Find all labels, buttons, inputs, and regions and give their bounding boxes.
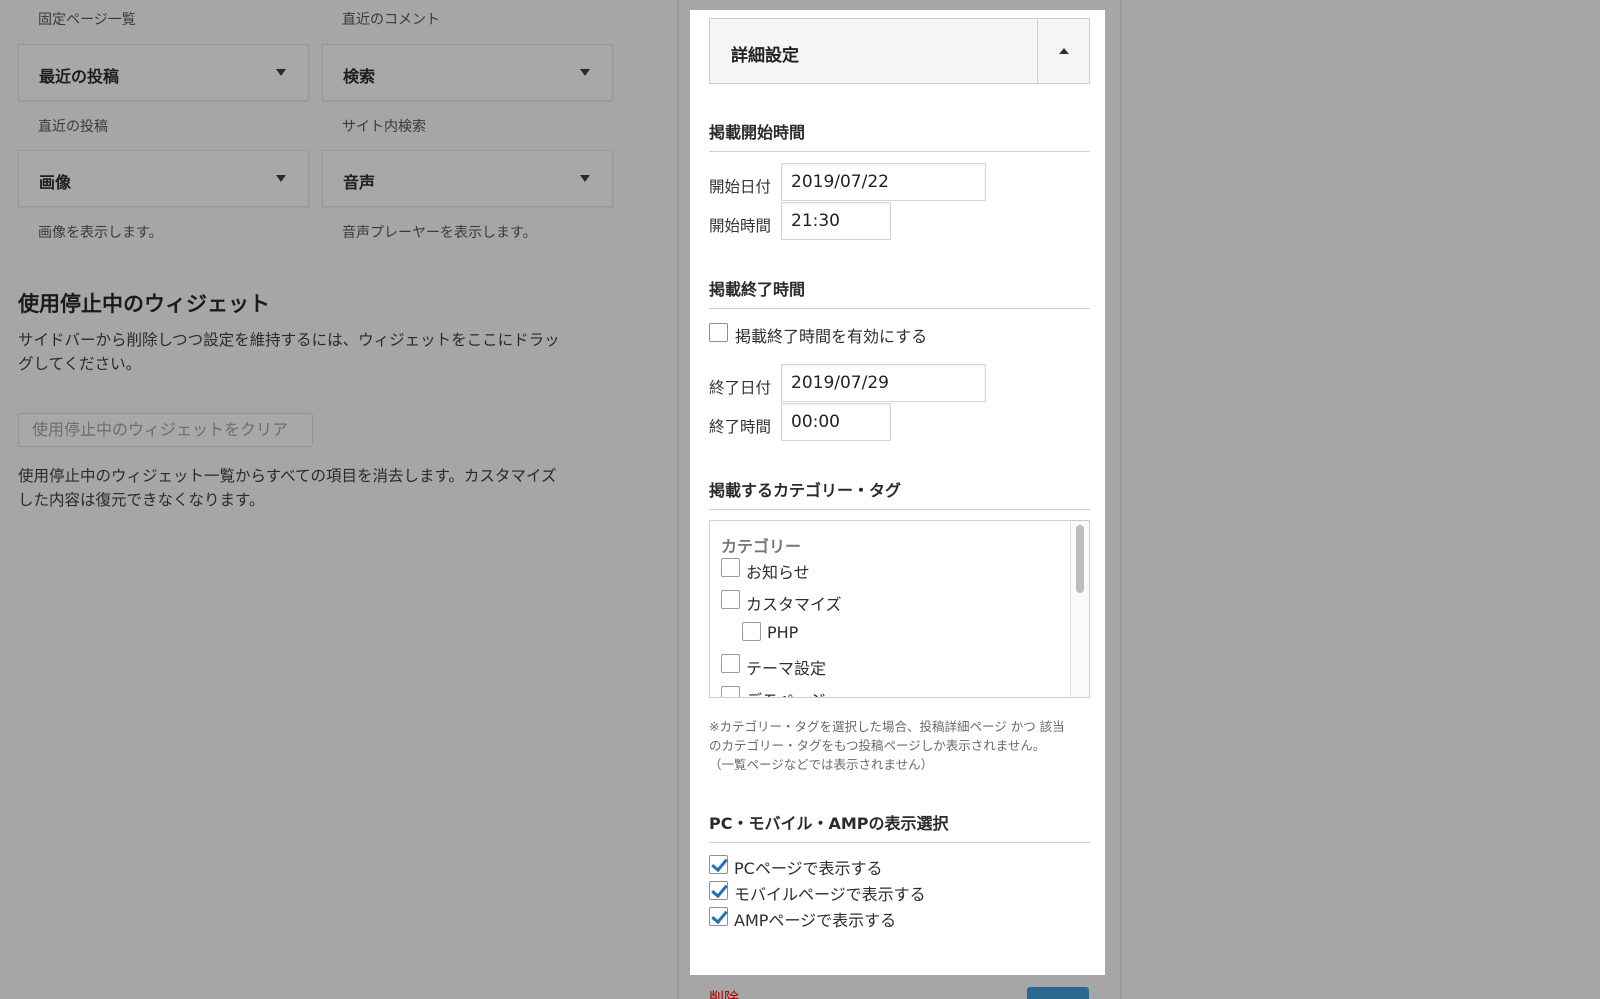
widget-desc: 画像を表示します。 <box>38 225 163 241</box>
category-label: お知らせ <box>746 563 810 582</box>
start-date-input[interactable] <box>781 163 986 201</box>
widget-search[interactable]: 検索 <box>322 44 613 101</box>
widget-desc-comments: 直近のコメント <box>342 12 440 28</box>
widget-title: 音声 <box>343 173 376 192</box>
pc-display-checkbox[interactable] <box>709 855 728 874</box>
start-time-input[interactable] <box>781 202 891 240</box>
accordion-title: 詳細設定 <box>731 46 799 66</box>
category-group-heading: カテゴリー <box>721 537 802 556</box>
widget-audio[interactable]: 音声 <box>322 150 613 207</box>
widget-image[interactable]: 画像 <box>18 150 309 207</box>
scrollbar-thumb[interactable] <box>1076 525 1084 593</box>
mobile-display-label: モバイルページで表示する <box>734 885 926 904</box>
category-checkbox[interactable] <box>742 622 761 641</box>
start-time-label: 開始時間 <box>709 217 772 235</box>
amp-display-label: AMPページで表示する <box>734 911 897 930</box>
column-divider-left <box>677 0 679 999</box>
category-label: PHP <box>767 623 799 642</box>
start-time-section-heading: 掲載開始時間 <box>709 119 1090 152</box>
clear-inactive-widgets-button[interactable]: 使用停止中のウィジェットをクリア <box>18 413 313 447</box>
category-note-line1: ※カテゴリー・タグを選択した場合、投稿詳細ページ かつ 該当 <box>709 719 1065 734</box>
category-label: カスタマイズ <box>746 595 842 614</box>
caret-down-icon[interactable] <box>580 175 590 182</box>
category-label: テーマ設定 <box>746 659 827 678</box>
end-time-enable-checkbox[interactable] <box>709 323 728 342</box>
available-widgets-area: 固定ページ一覧 直近のコメント 最近の投稿 検索 直近の投稿 サイト内検索 画像… <box>0 0 670 999</box>
category-checkbox[interactable] <box>721 654 740 673</box>
delete-link[interactable]: 削除 <box>709 987 739 999</box>
category-note-line2: のカテゴリー・タグをもつ投稿ページしか表示されません。 <box>709 738 1046 753</box>
category-note-line3: （一覧ページなどでは表示されません） <box>709 757 934 772</box>
accordion-toggle[interactable] <box>1037 19 1089 83</box>
caret-down-icon[interactable] <box>580 69 590 76</box>
widget-desc-pages: 固定ページ一覧 <box>38 12 136 28</box>
end-time-input[interactable] <box>781 403 891 441</box>
end-date-label: 終了日付 <box>709 379 772 397</box>
inactive-widgets-heading: 使用停止中のウィジェット <box>18 292 270 316</box>
caret-down-icon[interactable] <box>276 69 286 76</box>
category-label: デモページ <box>746 687 826 697</box>
inactive-widgets-desc-line1: サイドバーから削除しつつ設定を維持するには、ウィジェットをここにドラッ <box>18 331 560 349</box>
clear-desc-line2: した内容は復元できなくなります。 <box>18 491 265 509</box>
category-section-heading: 掲載するカテゴリー・タグ <box>709 477 1090 510</box>
detail-settings-accordion[interactable]: 詳細設定 <box>709 18 1090 84</box>
clear-desc-line1: 使用停止中のウィジェット一覧からすべての項目を消去します。カスタマイズ <box>18 467 557 485</box>
start-date-label: 開始日付 <box>709 178 772 196</box>
category-checkbox[interactable] <box>721 686 740 697</box>
column-divider-right <box>1120 0 1122 999</box>
category-checkbox[interactable] <box>721 558 740 577</box>
category-note: ※カテゴリー・タグを選択した場合、投稿詳細ページ かつ 該当 のカテゴリー・タグ… <box>709 717 1090 774</box>
category-scrollbar[interactable] <box>1070 521 1089 697</box>
widget-desc: サイト内検索 <box>342 119 426 135</box>
end-time-enable-label: 掲載終了時間を有効にする <box>735 327 928 346</box>
inactive-widgets-desc-line2: グしてください。 <box>18 355 142 373</box>
caret-up-icon <box>1059 48 1069 54</box>
display-select-section-heading: PC・モバイル・AMPの表示選択 <box>709 810 1090 843</box>
mobile-display-checkbox[interactable] <box>709 881 728 900</box>
caret-down-icon[interactable] <box>276 175 286 182</box>
save-button[interactable] <box>1027 987 1089 999</box>
end-time-section-heading: 掲載終了時間 <box>709 276 1090 309</box>
widget-desc: 直近の投稿 <box>38 119 108 135</box>
widget-title: 最近の投稿 <box>39 67 120 86</box>
widget-recent-posts[interactable]: 最近の投稿 <box>18 44 309 101</box>
pc-display-label: PCページで表示する <box>734 859 883 878</box>
widget-title: 検索 <box>343 67 376 86</box>
end-time-label: 終了時間 <box>709 418 772 436</box>
widget-title: 画像 <box>39 173 72 192</box>
end-date-input[interactable] <box>781 364 986 402</box>
amp-display-checkbox[interactable] <box>709 907 728 926</box>
category-checkbox[interactable] <box>721 590 740 609</box>
category-checklist[interactable]: カテゴリー お知らせ カスタマイズ PHP テーマ設定 デモページ <box>709 520 1090 698</box>
widget-desc: 音声プレーヤーを表示します。 <box>342 225 537 241</box>
